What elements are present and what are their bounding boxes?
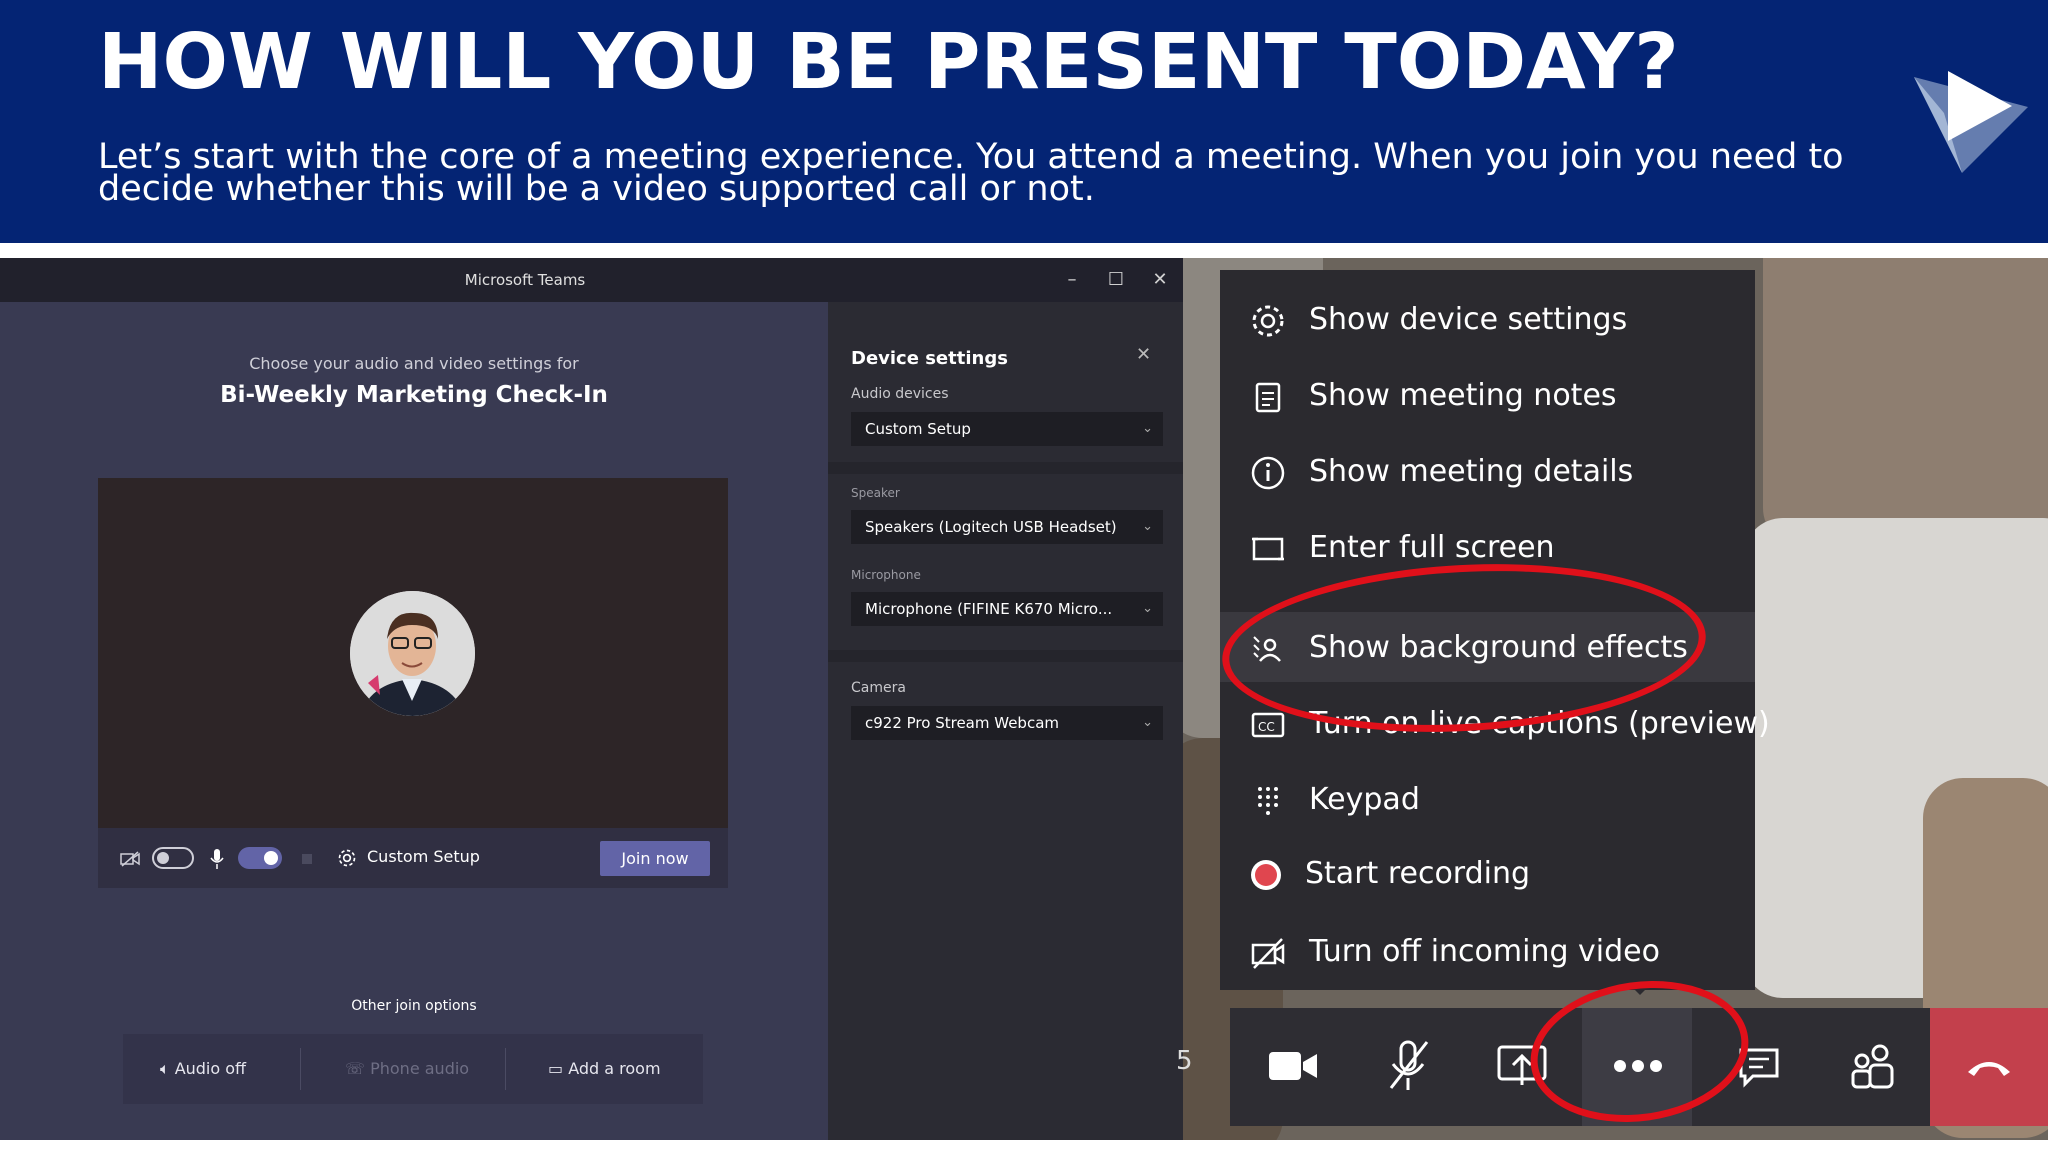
fullscreen-icon [1252, 537, 1284, 561]
gear-icon [1252, 305, 1284, 337]
notes-icon [1255, 382, 1281, 413]
menu-item-keypad[interactable]: Keypad [1220, 762, 1755, 838]
close-icon[interactable]: ✕ [1138, 258, 1182, 302]
menu-item-show-device-settings[interactable]: Show device settings [1220, 282, 1755, 358]
chevron-down-icon: ⌄ [1142, 601, 1153, 616]
teams-window: Microsoft Teams – ☐ ✕ Choose your audio … [0, 258, 1183, 1140]
add-room-option[interactable]: ▭ Add a room [548, 1034, 661, 1104]
audio-devices-select[interactable]: Custom Setup ⌄ [851, 412, 1163, 446]
keypad-icon [1258, 787, 1278, 815]
slide-title: HOW WILL YOU BE PRESENT TODAY? [98, 18, 1679, 107]
microphone-icon [210, 849, 224, 869]
maximize-icon[interactable]: ☐ [1094, 258, 1138, 302]
menu-item-label: Keypad [1309, 782, 1420, 817]
participants-icon [1851, 1044, 1894, 1089]
camera-toggle[interactable] [152, 847, 194, 869]
record-icon [1251, 860, 1281, 890]
device-settings-panel: Device settings ✕ Audio devices Custom S… [828, 302, 1183, 1140]
camera-label: Camera [851, 680, 906, 696]
divider [505, 1048, 506, 1090]
camera-button[interactable] [1237, 1008, 1347, 1126]
speaker-off-icon: 🔈︎ [160, 1059, 175, 1078]
hang-up-icon [1968, 1062, 2010, 1076]
menu-item-label: Turn off incoming video [1309, 934, 1660, 969]
divider [828, 650, 1183, 662]
menu-item-start-recording[interactable]: Start recording [1220, 836, 1755, 912]
avatar [350, 591, 475, 716]
divider [300, 1048, 301, 1090]
info-icon [1251, 456, 1285, 490]
divider [302, 854, 312, 864]
custom-setup-button[interactable]: Custom Setup [367, 847, 480, 866]
chevron-down-icon: ⌄ [1142, 715, 1153, 730]
svg-text:CC: CC [1258, 720, 1275, 734]
menu-item-turn-off-incoming-video[interactable]: Turn off incoming video [1220, 914, 1755, 990]
video-off-icon [1251, 938, 1285, 969]
participant-count: 5 [1176, 1046, 1193, 1076]
meeting-title: Bi-Weekly Marketing Check-In [220, 382, 608, 408]
cast-icon: ▭ [548, 1059, 569, 1078]
prejoin-subtitle: Choose your audio and video settings for [249, 354, 579, 373]
audio-off-option[interactable]: 🔈︎ Audio off [160, 1034, 246, 1104]
phone-icon: ☏ [345, 1059, 371, 1078]
menu-item-label: Start recording [1305, 856, 1531, 891]
title-bar: Microsoft Teams – ☐ ✕ [0, 258, 1183, 302]
participants-button[interactable] [1815, 1008, 1925, 1126]
menu-item-show-meeting-notes[interactable]: Show meeting notes [1220, 358, 1755, 434]
avatar-portrait-icon [350, 591, 475, 716]
speaker-value: Speakers (Logitech USB Headset) [865, 518, 1117, 536]
menu-item-label: Show meeting details [1309, 454, 1634, 489]
audio-devices-label: Audio devices [851, 386, 949, 402]
divider [828, 462, 1183, 474]
speaker-label: Speaker [851, 486, 900, 500]
join-now-button[interactable]: Join now [600, 841, 710, 876]
window-title: Microsoft Teams [464, 271, 586, 289]
add-room-label: Add a room [568, 1059, 661, 1078]
microphone-toggle[interactable] [238, 847, 282, 869]
audio-off-label: Audio off [174, 1059, 247, 1078]
camera-value: c922 Pro Stream Webcam [865, 714, 1060, 732]
menu-item-label: Show device settings [1309, 302, 1628, 337]
chevron-down-icon: ⌄ [1142, 421, 1153, 436]
phone-audio-option[interactable]: ☏ Phone audio [345, 1034, 469, 1104]
audio-devices-value: Custom Setup [865, 420, 971, 438]
video-camera-icon [1269, 1052, 1317, 1080]
close-icon[interactable]: ✕ [1136, 344, 1151, 365]
captions-icon: CC [1251, 712, 1285, 738]
background-blur [1763, 258, 2048, 548]
mute-button[interactable] [1352, 1008, 1462, 1126]
microphone-select[interactable]: Microphone (FIFINE K670 Micro... ⌄ [851, 592, 1163, 626]
other-join-options-label: Other join options [351, 998, 477, 1014]
gear-icon [338, 849, 356, 867]
camera-select[interactable]: c922 Pro Stream Webcam ⌄ [851, 706, 1163, 740]
minimize-icon[interactable]: – [1050, 258, 1094, 302]
play-logo-icon [1914, 71, 2028, 173]
microphone-label: Microphone [851, 568, 921, 582]
slide-subtitle: Let’s start with the core of a meeting e… [98, 137, 1844, 209]
device-settings-title: Device settings [851, 348, 1008, 369]
menu-item-label: Show meeting notes [1309, 378, 1617, 413]
microphone-value: Microphone (FIFINE K670 Micro... [865, 600, 1113, 618]
microphone-off-icon [1389, 1040, 1429, 1090]
menu-item-show-meeting-details[interactable]: Show meeting details [1220, 434, 1755, 510]
hang-up-button[interactable] [1930, 1008, 2048, 1126]
speaker-select[interactable]: Speakers (Logitech USB Headset) ⌄ [851, 510, 1163, 544]
phone-audio-label: Phone audio [370, 1059, 470, 1078]
chevron-down-icon: ⌄ [1142, 519, 1153, 534]
camera-off-icon[interactable] [120, 850, 140, 868]
